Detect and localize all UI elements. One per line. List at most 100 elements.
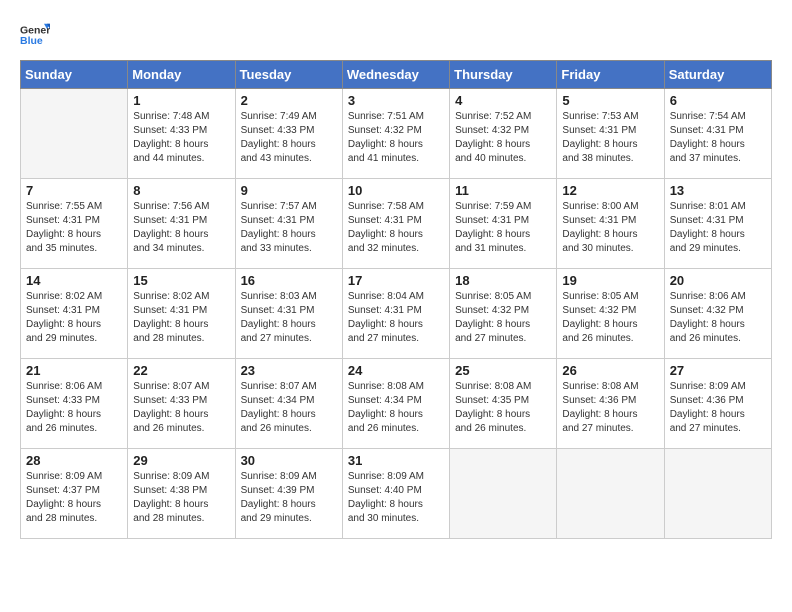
page-header: General Blue xyxy=(20,20,772,50)
cell-info: Sunrise: 7:49 AM Sunset: 4:33 PM Dayligh… xyxy=(241,110,337,166)
cell-info: Sunrise: 7:55 AM Sunset: 4:31 PM Dayligh… xyxy=(26,200,122,256)
logo: General Blue xyxy=(20,20,50,50)
cell-info: Sunrise: 8:06 AM Sunset: 4:33 PM Dayligh… xyxy=(26,380,122,436)
cell-info: Sunrise: 7:57 AM Sunset: 4:31 PM Dayligh… xyxy=(241,200,337,256)
calendar-cell xyxy=(664,449,771,539)
day-number: 3 xyxy=(348,93,444,108)
cell-info: Sunrise: 8:08 AM Sunset: 4:34 PM Dayligh… xyxy=(348,380,444,436)
weekday-header-wednesday: Wednesday xyxy=(342,61,449,89)
calendar-cell: 23Sunrise: 8:07 AM Sunset: 4:34 PM Dayli… xyxy=(235,359,342,449)
cell-info: Sunrise: 8:08 AM Sunset: 4:35 PM Dayligh… xyxy=(455,380,551,436)
calendar-cell: 3 Sunrise: 7:51 AM Sunset: 4:32 PM Daylig… xyxy=(342,89,449,179)
calendar-cell: 21Sunrise: 8:06 AM Sunset: 4:33 PM Dayli… xyxy=(21,359,128,449)
weekday-header-tuesday: Tuesday xyxy=(235,61,342,89)
cell-info: Sunrise: 8:06 AM Sunset: 4:32 PM Dayligh… xyxy=(670,290,766,346)
day-number: 14 xyxy=(26,273,122,288)
cell-info: Sunrise: 8:02 AM Sunset: 4:31 PM Dayligh… xyxy=(133,290,229,346)
calendar-table: SundayMondayTuesdayWednesdayThursdayFrid… xyxy=(20,60,772,539)
cell-info: Sunrise: 8:01 AM Sunset: 4:31 PM Dayligh… xyxy=(670,200,766,256)
calendar-cell: 5 Sunrise: 7:53 AM Sunset: 4:31 PM Daylig… xyxy=(557,89,664,179)
cell-info: Sunrise: 8:05 AM Sunset: 4:32 PM Dayligh… xyxy=(455,290,551,346)
cell-info: Sunrise: 8:09 AM Sunset: 4:39 PM Dayligh… xyxy=(241,470,337,526)
calendar-cell: 18Sunrise: 8:05 AM Sunset: 4:32 PM Dayli… xyxy=(450,269,557,359)
day-number: 30 xyxy=(241,453,337,468)
calendar-cell: 19 Sunrise: 8:05 AM Sunset: 4:32 PM Dayli… xyxy=(557,269,664,359)
calendar-week-row: 7 Sunrise: 7:55 AM Sunset: 4:31 PM Daylig… xyxy=(21,179,772,269)
cell-info: Sunrise: 7:58 AM Sunset: 4:31 PM Dayligh… xyxy=(348,200,444,256)
calendar-cell: 22Sunrise: 8:07 AM Sunset: 4:33 PM Dayli… xyxy=(128,359,235,449)
day-number: 29 xyxy=(133,453,229,468)
calendar-cell: 25Sunrise: 8:08 AM Sunset: 4:35 PM Dayli… xyxy=(450,359,557,449)
cell-info: Sunrise: 7:53 AM Sunset: 4:31 PM Dayligh… xyxy=(562,110,658,166)
cell-info: Sunrise: 7:54 AM Sunset: 4:31 PM Dayligh… xyxy=(670,110,766,166)
cell-info: Sunrise: 7:52 AM Sunset: 4:32 PM Dayligh… xyxy=(455,110,551,166)
cell-info: Sunrise: 8:02 AM Sunset: 4:31 PM Dayligh… xyxy=(26,290,122,346)
cell-info: Sunrise: 8:05 AM Sunset: 4:32 PM Dayligh… xyxy=(562,290,658,346)
cell-info: Sunrise: 8:09 AM Sunset: 4:37 PM Dayligh… xyxy=(26,470,122,526)
day-number: 26 xyxy=(562,363,658,378)
cell-info: Sunrise: 8:09 AM Sunset: 4:38 PM Dayligh… xyxy=(133,470,229,526)
day-number: 5 xyxy=(562,93,658,108)
weekday-header-sunday: Sunday xyxy=(21,61,128,89)
calendar-cell: 8 Sunrise: 7:56 AM Sunset: 4:31 PM Daylig… xyxy=(128,179,235,269)
cell-info: Sunrise: 7:51 AM Sunset: 4:32 PM Dayligh… xyxy=(348,110,444,166)
day-number: 7 xyxy=(26,183,122,198)
day-number: 31 xyxy=(348,453,444,468)
day-number: 12 xyxy=(562,183,658,198)
cell-info: Sunrise: 8:09 AM Sunset: 4:36 PM Dayligh… xyxy=(670,380,766,436)
weekday-header-row: SundayMondayTuesdayWednesdayThursdayFrid… xyxy=(21,61,772,89)
weekday-header-monday: Monday xyxy=(128,61,235,89)
calendar-cell: 11Sunrise: 7:59 AM Sunset: 4:31 PM Dayli… xyxy=(450,179,557,269)
calendar-cell: 30 Sunrise: 8:09 AM Sunset: 4:39 PM Dayli… xyxy=(235,449,342,539)
calendar-cell: 6Sunrise: 7:54 AM Sunset: 4:31 PM Daylig… xyxy=(664,89,771,179)
day-number: 1 xyxy=(133,93,229,108)
svg-text:Blue: Blue xyxy=(20,35,43,47)
day-number: 2 xyxy=(241,93,337,108)
day-number: 8 xyxy=(133,183,229,198)
day-number: 9 xyxy=(241,183,337,198)
calendar-cell: 13 Sunrise: 8:01 AM Sunset: 4:31 PM Dayli… xyxy=(664,179,771,269)
calendar-cell: 14 Sunrise: 8:02 AM Sunset: 4:31 PM Dayli… xyxy=(21,269,128,359)
day-number: 27 xyxy=(670,363,766,378)
cell-info: Sunrise: 8:03 AM Sunset: 4:31 PM Dayligh… xyxy=(241,290,337,346)
calendar-cell: 4Sunrise: 7:52 AM Sunset: 4:32 PM Daylig… xyxy=(450,89,557,179)
calendar-cell: 9 Sunrise: 7:57 AM Sunset: 4:31 PM Daylig… xyxy=(235,179,342,269)
calendar-cell: 12 Sunrise: 8:00 AM Sunset: 4:31 PM Dayli… xyxy=(557,179,664,269)
cell-info: Sunrise: 7:56 AM Sunset: 4:31 PM Dayligh… xyxy=(133,200,229,256)
day-number: 15 xyxy=(133,273,229,288)
calendar-week-row: 28 Sunrise: 8:09 AM Sunset: 4:37 PM Dayli… xyxy=(21,449,772,539)
calendar-cell: 27 Sunrise: 8:09 AM Sunset: 4:36 PM Dayli… xyxy=(664,359,771,449)
day-number: 17 xyxy=(348,273,444,288)
day-number: 20 xyxy=(670,273,766,288)
calendar-week-row: 1 Sunrise: 7:48 AM Sunset: 4:33 PM Daylig… xyxy=(21,89,772,179)
calendar-week-row: 21Sunrise: 8:06 AM Sunset: 4:33 PM Dayli… xyxy=(21,359,772,449)
day-number: 11 xyxy=(455,183,551,198)
day-number: 28 xyxy=(26,453,122,468)
calendar-cell xyxy=(21,89,128,179)
day-number: 16 xyxy=(241,273,337,288)
calendar-cell xyxy=(450,449,557,539)
cell-info: Sunrise: 8:00 AM Sunset: 4:31 PM Dayligh… xyxy=(562,200,658,256)
cell-info: Sunrise: 8:09 AM Sunset: 4:40 PM Dayligh… xyxy=(348,470,444,526)
cell-info: Sunrise: 7:48 AM Sunset: 4:33 PM Dayligh… xyxy=(133,110,229,166)
calendar-cell: 10 Sunrise: 7:58 AM Sunset: 4:31 PM Dayli… xyxy=(342,179,449,269)
calendar-cell: 16 Sunrise: 8:03 AM Sunset: 4:31 PM Dayli… xyxy=(235,269,342,359)
day-number: 23 xyxy=(241,363,337,378)
cell-info: Sunrise: 8:08 AM Sunset: 4:36 PM Dayligh… xyxy=(562,380,658,436)
day-number: 13 xyxy=(670,183,766,198)
calendar-cell: 7 Sunrise: 7:55 AM Sunset: 4:31 PM Daylig… xyxy=(21,179,128,269)
calendar-cell: 17Sunrise: 8:04 AM Sunset: 4:31 PM Dayli… xyxy=(342,269,449,359)
day-number: 10 xyxy=(348,183,444,198)
calendar-cell xyxy=(557,449,664,539)
cell-info: Sunrise: 8:07 AM Sunset: 4:33 PM Dayligh… xyxy=(133,380,229,436)
day-number: 19 xyxy=(562,273,658,288)
calendar-cell: 31 Sunrise: 8:09 AM Sunset: 4:40 PM Dayli… xyxy=(342,449,449,539)
calendar-cell: 20 Sunrise: 8:06 AM Sunset: 4:32 PM Dayli… xyxy=(664,269,771,359)
calendar-cell: 24 Sunrise: 8:08 AM Sunset: 4:34 PM Dayli… xyxy=(342,359,449,449)
day-number: 24 xyxy=(348,363,444,378)
calendar-cell: 15 Sunrise: 8:02 AM Sunset: 4:31 PM Dayli… xyxy=(128,269,235,359)
calendar-cell: 2 Sunrise: 7:49 AM Sunset: 4:33 PM Daylig… xyxy=(235,89,342,179)
logo-icon: General Blue xyxy=(20,20,50,50)
calendar-week-row: 14 Sunrise: 8:02 AM Sunset: 4:31 PM Dayli… xyxy=(21,269,772,359)
weekday-header-friday: Friday xyxy=(557,61,664,89)
